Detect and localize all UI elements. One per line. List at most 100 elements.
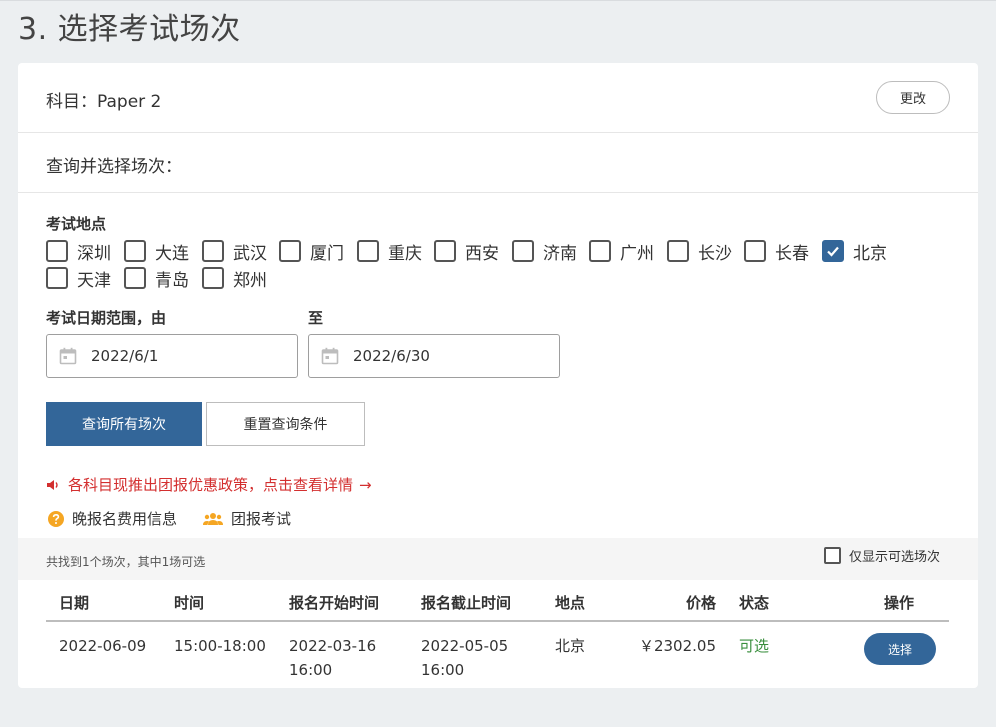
location-checkbox[interactable] bbox=[512, 240, 534, 262]
cell-reg-start: 2022-03-16 16:00 bbox=[289, 634, 376, 682]
group-users-icon bbox=[203, 512, 224, 525]
location-label: 天津 bbox=[77, 270, 111, 291]
location-label: 长春 bbox=[775, 243, 809, 264]
location-option[interactable]: 郑州 bbox=[202, 266, 267, 291]
location-label: 济南 bbox=[543, 243, 577, 264]
only-available-label: 仅显示可选场次 bbox=[848, 550, 940, 565]
location-label: 广州 bbox=[620, 243, 654, 264]
location-checkbox[interactable] bbox=[46, 240, 68, 262]
arrow-right-icon: → bbox=[359, 475, 372, 494]
group-exam-link[interactable]: 团报考试 bbox=[203, 508, 291, 529]
location-option[interactable]: 重庆 bbox=[357, 239, 422, 264]
subject-info: 科目：Paper 2 bbox=[46, 87, 161, 112]
col-reg-start: 报名开始时间 bbox=[289, 594, 380, 612]
group-exam-label: 团报考试 bbox=[231, 510, 292, 528]
cell-date: 2022-06-09 bbox=[59, 637, 147, 655]
sessions-table: 日期 时间 报名开始时间 报名截止时间 地点 价格 状态 操作 2022-06-… bbox=[46, 580, 949, 688]
location-option[interactable]: 西安 bbox=[434, 239, 499, 264]
search-sessions-button[interactable]: 查询所有场次 bbox=[46, 402, 202, 446]
subject-label: 科目： bbox=[46, 92, 97, 112]
result-summary: 共找到1个场次，其中1场可选 bbox=[46, 555, 206, 569]
location-checkbox[interactable] bbox=[202, 240, 224, 262]
group-promo-link[interactable]: 各科目现推出团报优惠政策，点击查看详情 → bbox=[46, 474, 372, 495]
date-to-value: 2022/6/30 bbox=[353, 347, 430, 365]
col-date: 日期 bbox=[59, 594, 90, 612]
col-price: 价格 bbox=[685, 594, 716, 612]
late-fee-label: 晚报名费用信息 bbox=[72, 510, 178, 528]
location-option[interactable]: 深圳 bbox=[46, 239, 111, 264]
location-checkbox[interactable] bbox=[667, 240, 689, 262]
location-label: 厦门 bbox=[310, 243, 344, 264]
location-option[interactable]: 长沙 bbox=[667, 239, 732, 264]
date-from-label: 考试日期范围，由 bbox=[46, 309, 167, 327]
session-card: 科目：Paper 2 更改 查询并选择场次： 考试地点 深圳 大连 武汉 厦门 重庆 西安… bbox=[18, 63, 978, 688]
col-location: 地点 bbox=[555, 594, 586, 612]
location-label: 北京 bbox=[853, 243, 887, 264]
cell-reg-start-time: 16:00 bbox=[289, 661, 333, 679]
cell-location: 北京 bbox=[555, 637, 586, 655]
status-badge: 可选 bbox=[739, 637, 770, 655]
info-links: 晚报名费用信息 团报考试 bbox=[48, 508, 317, 529]
location-option[interactable]: 武汉 bbox=[202, 239, 267, 264]
location-checkbox[interactable] bbox=[202, 267, 224, 289]
location-label: 武汉 bbox=[233, 243, 267, 264]
col-time: 时间 bbox=[174, 594, 205, 612]
subject-row: 科目：Paper 2 更改 bbox=[18, 63, 978, 133]
query-label: 查询并选择场次： bbox=[46, 157, 182, 177]
date-to-label: 至 bbox=[308, 309, 324, 327]
select-session-button[interactable]: 选择 bbox=[864, 633, 936, 665]
location-label: 深圳 bbox=[77, 243, 111, 264]
location-checkbox[interactable] bbox=[279, 240, 301, 262]
only-available-checkbox[interactable] bbox=[823, 547, 841, 564]
location-checkbox[interactable] bbox=[744, 240, 766, 262]
location-label: 郑州 bbox=[233, 270, 267, 291]
location-label: 考试地点 bbox=[46, 215, 107, 233]
col-action: 操作 bbox=[884, 594, 915, 612]
location-option[interactable]: 天津 bbox=[46, 266, 111, 291]
check-icon bbox=[827, 246, 839, 257]
subject-value: Paper 2 bbox=[97, 92, 162, 112]
query-row: 查询并选择场次： bbox=[18, 133, 978, 193]
speaker-icon bbox=[47, 479, 58, 490]
cell-reg-end-date: 2022-05-05 bbox=[421, 637, 509, 655]
change-subject-button[interactable]: 更改 bbox=[876, 81, 950, 114]
late-fee-link[interactable]: 晚报名费用信息 bbox=[48, 508, 177, 529]
location-label: 长沙 bbox=[698, 243, 732, 264]
question-icon bbox=[48, 510, 64, 527]
date-from-input[interactable]: 2022/6/1 bbox=[46, 334, 298, 378]
promo-text: 各科目现推出团报优惠政策，点击查看详情 bbox=[68, 476, 354, 494]
location-checkbox[interactable] bbox=[822, 240, 844, 262]
reset-query-button[interactable]: 重置查询条件 bbox=[206, 402, 365, 446]
top-divider bbox=[0, 0, 996, 1]
calendar-icon bbox=[321, 347, 339, 365]
calendar-icon bbox=[59, 347, 77, 365]
table-row: 2022-06-09 15:00-18:00 2022-03-16 16:00 … bbox=[46, 622, 949, 688]
location-label: 西安 bbox=[465, 243, 499, 264]
location-label: 重庆 bbox=[388, 243, 422, 264]
location-option[interactable]: 厦门 bbox=[279, 239, 344, 264]
location-option[interactable]: 广州 bbox=[589, 239, 654, 264]
location-checkbox[interactable] bbox=[434, 240, 456, 262]
location-option[interactable]: 北京 bbox=[822, 239, 887, 264]
location-checkbox[interactable] bbox=[124, 240, 146, 262]
location-option[interactable]: 济南 bbox=[512, 239, 577, 264]
location-checkbox[interactable] bbox=[589, 240, 611, 262]
page-title: 3. 选择考试场次 bbox=[18, 12, 241, 47]
col-reg-end: 报名截止时间 bbox=[421, 594, 512, 612]
result-summary-bar: 共找到1个场次，其中1场可选 仅显示可选场次 bbox=[18, 538, 978, 580]
cell-reg-end-time: 16:00 bbox=[421, 661, 465, 679]
date-to-input[interactable]: 2022/6/30 bbox=[308, 334, 560, 378]
location-checkbox[interactable] bbox=[46, 267, 68, 289]
cell-price: ￥2302.05 bbox=[638, 637, 716, 655]
location-checkbox[interactable] bbox=[357, 240, 379, 262]
location-option[interactable]: 长春 bbox=[744, 239, 809, 264]
table-header: 日期 时间 报名开始时间 报名截止时间 地点 价格 状态 操作 bbox=[46, 580, 949, 622]
location-checkbox[interactable] bbox=[124, 267, 146, 289]
location-option[interactable]: 青岛 bbox=[124, 266, 189, 291]
col-status: 状态 bbox=[739, 594, 770, 612]
location-label: 青岛 bbox=[155, 270, 189, 291]
only-available-toggle[interactable]: 仅显示可选场次 bbox=[823, 546, 940, 565]
location-label: 大连 bbox=[155, 243, 189, 264]
cell-reg-start-date: 2022-03-16 bbox=[289, 637, 377, 655]
location-option[interactable]: 大连 bbox=[124, 239, 189, 264]
